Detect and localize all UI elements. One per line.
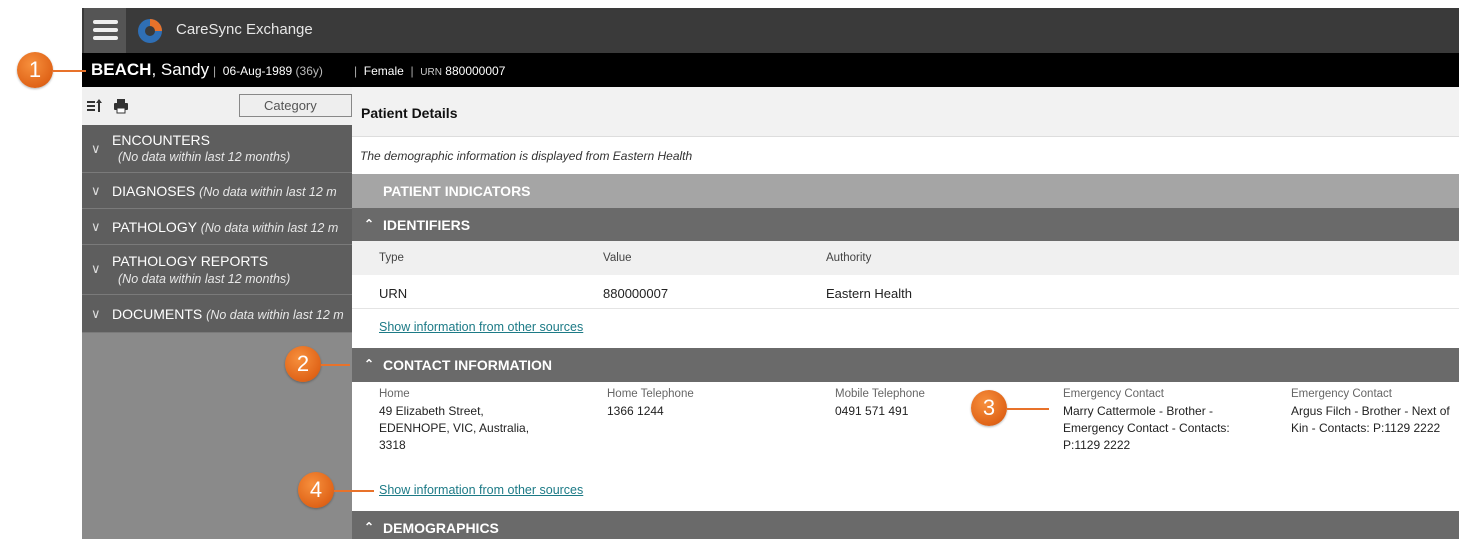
- chevron-down-icon: ∨: [91, 141, 101, 156]
- sidebar-item-label: ENCOUNTERS: [112, 132, 211, 148]
- sidebar-item-encounters[interactable]: ∨ ENCOUNTERS (No data within last 12 mon…: [82, 125, 352, 173]
- contact-emergency-2: Emergency Contact Argus Filch - Brother …: [1291, 386, 1457, 437]
- show-other-sources-link[interactable]: Show information from other sources: [379, 483, 583, 497]
- contact-emergency-1: Emergency Contact Marry Cattermole - Bro…: [1063, 386, 1243, 454]
- chevron-up-icon: ⌃: [364, 217, 375, 231]
- sidebar-item-documents[interactable]: ∨ DOCUMENTS (No data within last 12 m: [82, 295, 352, 333]
- callout-2: 2: [285, 346, 321, 382]
- urn-label: URN: [420, 67, 442, 78]
- column-header-authority: Authority: [826, 252, 872, 264]
- callout-4: 4: [298, 472, 334, 508]
- cell-authority: Eastern Health: [826, 286, 912, 301]
- section-demographics[interactable]: ⌃ DEMOGRAPHICS: [352, 511, 1459, 539]
- callout-3-line: [1007, 408, 1049, 410]
- left-toolbar: Category: [82, 87, 352, 125]
- column-header-type: Type: [379, 252, 404, 264]
- patient-banner: BEACH, Sandy | 06-Aug-1989 (36y) | Femal…: [82, 53, 1459, 87]
- contact-label: Emergency Contact: [1063, 388, 1164, 400]
- patient-name: BEACH, Sandy: [91, 60, 210, 79]
- sort-icon[interactable]: [86, 98, 102, 114]
- app-title: CareSync Exchange: [176, 21, 313, 38]
- callout-1: 1: [17, 52, 53, 88]
- chevron-down-icon: ∨: [91, 306, 101, 321]
- patient-surname: BEACH: [91, 60, 152, 79]
- sidebar-item-pathology-reports[interactable]: ∨ PATHOLOGY REPORTS (No data within last…: [82, 245, 352, 295]
- contact-value: Argus Filch - Brother - Next of Kin - Co…: [1291, 404, 1450, 435]
- sidebar-item-label: DOCUMENTS (No data within last 12 m: [112, 306, 344, 322]
- category-select[interactable]: Category: [239, 94, 352, 117]
- callout-2-line: [321, 364, 350, 366]
- patient-given-name: Sandy: [160, 60, 210, 79]
- sidebar-item-label: PATHOLOGY REPORTS: [112, 253, 269, 269]
- cell-type: URN: [379, 286, 408, 301]
- left-panel: Category ∨ ENCOUNTERS (No data within la…: [82, 87, 352, 539]
- contact-label: Home Telephone: [607, 388, 694, 400]
- table-header: Type Value Authority: [352, 241, 1459, 275]
- page-title: Patient Details: [361, 105, 458, 121]
- table-row: URN 880000007 Eastern Health: [352, 275, 1459, 309]
- section-title: IDENTIFIERS: [383, 217, 471, 233]
- patient-dob-group: | 06-Aug-1989 (36y): [213, 64, 323, 78]
- main-panel: Patient Details The demographic informat…: [352, 87, 1459, 539]
- chevron-down-icon: ∨: [91, 183, 101, 198]
- section-title: DEMOGRAPHICS: [383, 520, 499, 536]
- caresync-logo-icon: [138, 19, 162, 43]
- sidebar-item-diagnoses[interactable]: ∨ DIAGNOSES (No data within last 12 m: [82, 173, 352, 209]
- callout-1-line: [53, 70, 86, 72]
- sidebar-item-label: DIAGNOSES (No data within last 12 m: [112, 183, 337, 199]
- callout-3: 3: [971, 390, 1007, 426]
- sidebar-item-note: (No data within last 12 months): [118, 150, 291, 164]
- cell-value: 880000007: [603, 286, 669, 301]
- patient-dob: 06-Aug-1989: [222, 64, 293, 78]
- sidebar-item-note: (No data within last 12 months): [118, 272, 291, 286]
- print-icon[interactable]: [113, 98, 129, 114]
- chevron-down-icon: ∨: [91, 219, 101, 234]
- contact-value: Marry Cattermole - Brother - Emergency C…: [1063, 404, 1230, 452]
- contact-value: 49 Elizabeth Street, EDENHOPE, VIC, Aust…: [379, 404, 530, 452]
- contact-label: Home: [379, 388, 410, 400]
- patient-sex: Female: [363, 64, 404, 78]
- chevron-up-icon: ⌃: [364, 357, 375, 371]
- callout-4-line: [334, 490, 374, 492]
- section-contact-information[interactable]: ⌃ CONTACT INFORMATION: [352, 348, 1459, 382]
- contact-value: 1366 1244: [607, 404, 664, 418]
- urn-value: 880000007: [445, 64, 506, 78]
- section-patient-indicators[interactable]: PATIENT INDICATORS: [352, 174, 1459, 208]
- app-bar: CareSync Exchange: [82, 8, 1459, 53]
- source-info: The demographic information is displayed…: [360, 149, 693, 163]
- main-header: Patient Details: [352, 87, 1459, 137]
- section-identifiers[interactable]: ⌃ IDENTIFIERS: [352, 208, 1459, 242]
- contact-home: Home 49 Elizabeth Street, EDENHOPE, VIC,…: [379, 386, 549, 454]
- hamburger-menu-icon[interactable]: [84, 8, 126, 53]
- sidebar-item-label: PATHOLOGY (No data within last 12 m: [112, 219, 339, 235]
- sidebar-item-pathology[interactable]: ∨ PATHOLOGY (No data within last 12 m: [82, 209, 352, 245]
- contact-home-telephone: Home Telephone 1366 1244: [607, 386, 797, 420]
- patient-age: (36y): [295, 64, 323, 78]
- show-other-sources-link[interactable]: Show information from other sources: [379, 320, 583, 334]
- column-header-value: Value: [603, 252, 632, 264]
- contact-label: Emergency Contact: [1291, 388, 1392, 400]
- chevron-down-icon: ∨: [91, 261, 101, 276]
- section-title: CONTACT INFORMATION: [383, 357, 553, 373]
- chevron-up-icon: ⌃: [364, 520, 375, 534]
- patient-sex-group: | Female | URN 880000007: [354, 64, 506, 78]
- section-title: PATIENT INDICATORS: [383, 183, 531, 199]
